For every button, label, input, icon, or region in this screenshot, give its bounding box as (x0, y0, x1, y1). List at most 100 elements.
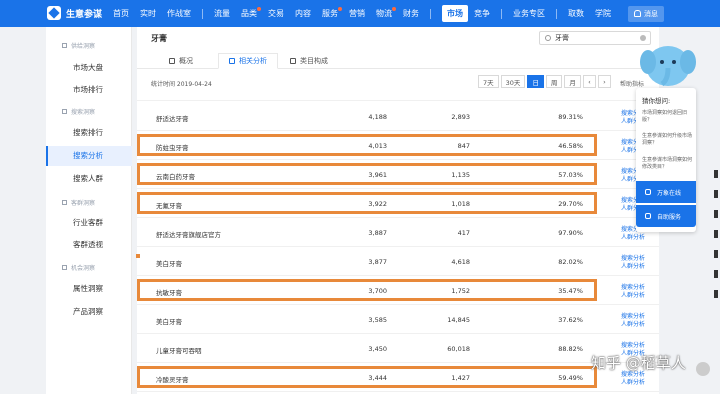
crowd-analysis-link[interactable]: 人群分析 (621, 292, 645, 300)
click-popularity-cell: 14,845 (447, 316, 470, 324)
nav-item-finance[interactable]: 财务 (403, 8, 419, 19)
range-day[interactable]: 日 (527, 75, 544, 88)
click-rate-cell: 88.82% (558, 345, 583, 353)
sidebar-item-market-overview[interactable]: 市场大盘 (46, 58, 132, 78)
side-toolbar (713, 170, 720, 300)
nav-divider (202, 8, 203, 19)
crowd-analysis-link[interactable]: 人群分析 (621, 379, 645, 387)
keyword-cell: 儿童牙膏可吞咽 (156, 347, 202, 355)
prev-date-button[interactable]: ‹ (582, 75, 596, 88)
row-actions: 搜索分析 人群分析 (621, 313, 645, 329)
nav-item-business-zone[interactable]: 业务专区 (513, 8, 545, 19)
sidebar-group-label: 机会洞察 (71, 265, 96, 272)
sidebar-item-attribute-insight[interactable]: 属性洞察 (46, 279, 132, 299)
table-row: 儿童牙膏可吞咽 3,450 60,018 88.82% 搜索分析 人群分析 (137, 334, 659, 363)
highlight-box (137, 134, 597, 156)
date-range-selector: 7天 30天 日 周 月 ‹ › (478, 75, 613, 88)
sidebar-group-search: 搜索洞察 (62, 107, 95, 116)
nav-item-traffic[interactable]: 流量 (214, 8, 230, 19)
next-date-button[interactable]: › (597, 75, 611, 88)
search-analysis-link[interactable]: 搜索分析 (621, 342, 645, 350)
range-week[interactable]: 周 (545, 75, 563, 88)
sidebar-item-search-crowd[interactable]: 搜索人群 (46, 169, 132, 189)
tab-overview[interactable]: 概况 (159, 53, 203, 69)
button-label: 自助服务 (657, 213, 682, 221)
row-actions: 搜索分析 人群分析 (621, 371, 645, 387)
nav-item-fetch-data[interactable]: 取数 (568, 8, 584, 19)
crowd-analysis-link[interactable]: 人群分析 (621, 234, 645, 242)
toolbar-marker (714, 210, 718, 218)
range-month[interactable]: 月 (564, 75, 581, 88)
app-logo[interactable]: 生意参谋 (47, 5, 102, 21)
toolbar-marker (714, 190, 718, 198)
nav-item-realtime[interactable]: 实时 (140, 8, 156, 19)
sidebar-item-search-ranking[interactable]: 搜索排行 (46, 123, 132, 143)
help-question[interactable]: 生意参谋如何升级市场洞察？ (642, 133, 692, 147)
online-service-button[interactable]: 万象在线 (636, 181, 696, 203)
search-icon (545, 35, 551, 41)
nav-divider (556, 8, 557, 19)
top-navbar: 生意参谋 首页 实时 作战室 流量 品类 交易 内容 服务 营销 物流 财务 市… (0, 0, 720, 27)
tab-label: 相关分析 (239, 57, 267, 65)
nav-item-service[interactable]: 服务 (322, 7, 342, 19)
nav-item-home[interactable]: 首页 (113, 8, 129, 19)
help-question[interactable]: 市场洞察如何退回旧版？ (642, 110, 692, 124)
scroll-top-icon[interactable] (696, 362, 710, 376)
range-30-days[interactable]: 30天 (500, 75, 526, 88)
highlight-box (137, 279, 597, 301)
click-popularity-cell: 417 (457, 229, 470, 237)
nav-item-market[interactable]: 市场 (442, 5, 468, 22)
mascot-elephant-icon[interactable] (640, 40, 698, 90)
highlight-box (137, 366, 597, 388)
table-row: 舒适达牙膏 4,188 2,893 89.31% 搜索分析 人群分析 (137, 102, 659, 131)
click-popularity-cell: 60,018 (447, 345, 470, 353)
message-button[interactable]: 消息 (628, 5, 664, 22)
click-rate-cell: 82.02% (558, 258, 583, 266)
search-analysis-link[interactable]: 搜索分析 (621, 313, 645, 321)
search-popularity-cell: 3,887 (368, 229, 387, 237)
tab-category-composition[interactable]: 类目构成 (280, 53, 338, 69)
search-popularity-cell: 3,585 (368, 316, 387, 324)
nav-item-trade[interactable]: 交易 (268, 8, 284, 19)
tab-related-analysis[interactable]: 相关分析 (218, 53, 278, 69)
table-row: 美白牙膏 3,585 14,845 37.62% 搜索分析 人群分析 (137, 305, 659, 334)
search-popularity-cell: 3,450 (368, 345, 387, 353)
search-popularity-cell: 3,877 (368, 258, 387, 266)
nav-item-category[interactable]: 品类 (241, 7, 261, 19)
sidebar-item-product-insight[interactable]: 产品洞察 (46, 302, 132, 322)
table-row: 美白牙膏 3,877 4,618 82.02% 搜索分析 人群分析 (137, 247, 659, 276)
nav-item-war-room[interactable]: 作战室 (167, 8, 191, 19)
range-7-days[interactable]: 7天 (478, 75, 499, 88)
nav-item-content[interactable]: 内容 (295, 8, 311, 19)
click-rate-cell: 37.62% (558, 316, 583, 324)
tab-label: 类目构成 (300, 57, 328, 65)
row-actions: 搜索分析 人群分析 (621, 284, 645, 300)
keyword-cell: 美白牙膏 (156, 260, 182, 268)
toolbar-marker (714, 230, 718, 238)
keyword-cell: 舒适达牙膏 (156, 115, 189, 123)
tab-label: 概况 (179, 57, 193, 65)
nav-item-marketing[interactable]: 营销 (349, 8, 365, 19)
nav-item-academy[interactable]: 学院 (595, 8, 611, 19)
sidebar-item-customer-insight[interactable]: 客群透视 (46, 235, 132, 255)
nav-item-competition[interactable]: 竞争 (474, 8, 490, 19)
crowd-analysis-link[interactable]: 人群分析 (621, 263, 645, 271)
search-input[interactable]: 牙膏 (539, 31, 651, 45)
highlight-box (137, 163, 597, 185)
customer-group-icon (62, 200, 67, 205)
help-question[interactable]: 生意参谋市场洞察如何修改类目？ (642, 157, 692, 171)
self-service-button[interactable]: 自助服务 (636, 205, 696, 227)
sidebar-item-market-ranking[interactable]: 市场排行 (46, 80, 132, 100)
crowd-analysis-link[interactable]: 人群分析 (621, 321, 645, 329)
search-analysis-link[interactable]: 搜索分析 (621, 255, 645, 263)
table-row: 舒适达牙膏旗舰店官方 3,887 417 97.90% 搜索分析 人群分析 (137, 218, 659, 247)
nav-item-logistics[interactable]: 物流 (376, 7, 396, 19)
sidebar-group-label: 供给洞察 (71, 43, 96, 50)
search-value: 牙膏 (555, 34, 569, 42)
search-analysis-link[interactable]: 搜索分析 (621, 284, 645, 292)
sidebar-item-search-analysis[interactable]: 搜索分析 (46, 146, 132, 166)
chat-icon (645, 213, 651, 219)
category-tab-icon (290, 58, 296, 64)
sidebar: 供给洞察 市场大盘 市场排行 搜索洞察 搜索排行 搜索分析 搜索人群 客群洞察 … (46, 27, 132, 394)
sidebar-item-industry-customers[interactable]: 行业客群 (46, 213, 132, 233)
